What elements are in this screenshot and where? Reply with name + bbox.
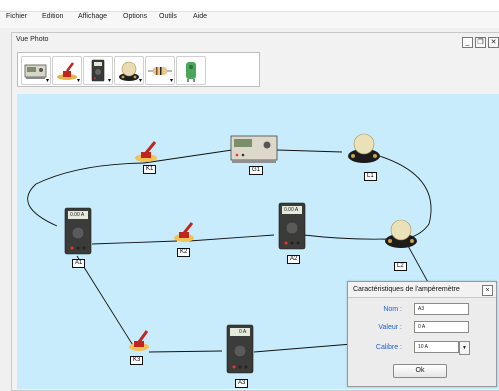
wire-a1-k2 [91,240,178,245]
label-l2: L2 [394,262,407,271]
menu-options[interactable]: Options [123,13,147,20]
green-component-icon [186,62,196,82]
switch-icon [174,222,194,242]
nom-input[interactable]: A3 [414,303,469,315]
menu-edition[interactable]: Edition [42,13,63,20]
dropdown-caret-icon: ▾ [45,78,49,84]
component-tool-button[interactable] [176,56,206,85]
label-a1: A1 [72,259,86,268]
lamp-l1[interactable] [345,132,383,164]
calibre-select[interactable]: 10 A [414,341,459,353]
dropdown-caret-icon: ▾ [76,78,80,84]
menu-bar: Fichier Edition Affichage Options Outils… [0,0,499,28]
ammeter-a3[interactable]: 0 A [226,324,254,374]
switch-k3[interactable] [127,328,151,352]
maximize-button[interactable]: ❐ [475,37,486,48]
title-strip [0,0,499,12]
wire-a1-k3 [76,255,135,348]
lamp-icon [348,133,380,163]
ammeter-a1[interactable]: 0.00 A [64,207,92,255]
generator-g1[interactable] [229,134,279,164]
label-k2: K2 [177,248,191,257]
chevron-down-icon[interactable]: ▼ [459,341,470,355]
wire-k2-a2 [188,234,275,242]
switch-tool-button[interactable]: ▾ [52,56,82,85]
wire-a2-l2 [303,234,388,240]
component-toolbar: ▾ ▾ ▾ ▾ ▾ [17,52,260,87]
dialog-header: Caractéristiques de l'ampèremètre × [348,282,496,298]
wire-g1-l1 [276,149,343,153]
menu-outils[interactable]: Outils [159,13,177,20]
ammeter-a1-display: 0.00 A [70,212,85,218]
switch-icon [135,141,157,162]
label-l1: L1 [364,172,377,181]
label-k3: K3 [130,356,144,365]
ammeter-properties-dialog: Caractéristiques de l'ampèremètre × Nom … [347,281,497,387]
label-k1: K1 [143,165,157,174]
lamp-l2[interactable] [382,219,420,249]
label-a2: A2 [287,255,301,264]
multimeter-tool-button[interactable]: ▾ [83,56,113,85]
menu-aide[interactable]: Aide [193,13,207,20]
menu-fichier[interactable]: Fichier [6,13,27,20]
nom-label: Nom : [383,306,402,313]
wire-a3-l3 [253,343,353,353]
label-a3: A3 [235,379,249,388]
ammeter-a2-display: 0.00 A [284,207,299,213]
ammeter-a3-display: 0 A [239,329,247,335]
dialog-close-button[interactable]: × [482,285,493,296]
ok-button[interactable]: Ok [393,364,447,378]
dropdown-caret-icon: ▾ [107,78,111,84]
menu-affichage[interactable]: Affichage [78,13,107,20]
window-title: Vue Photo [16,36,49,43]
close-window-button[interactable]: ✕ [488,37,499,48]
calibre-label: Calibre : [375,344,402,351]
generator-icon [230,135,278,163]
switch-k2[interactable] [172,221,196,243]
generator-tool-button[interactable]: ▾ [21,56,51,85]
dropdown-caret-icon: ▾ [138,78,142,84]
dropdown-caret-icon: ▾ [169,78,173,84]
switch-k1[interactable] [133,139,159,163]
dialog-title: Caractéristiques de l'ampèremètre [353,286,460,293]
switch-icon [129,330,149,351]
minimize-button[interactable]: _ [462,37,473,48]
lamp-icon [385,219,417,248]
ammeter-a2[interactable]: 0.00 A [278,202,306,250]
wire-k3-a3 [148,350,223,353]
valeur-label: Valeur : [378,324,402,331]
label-g1: G1 [249,166,264,175]
resistor-tool-button[interactable]: ▾ [145,56,175,85]
lamp-tool-button[interactable]: ▾ [114,56,144,85]
valeur-input[interactable]: 0 A [414,321,469,333]
